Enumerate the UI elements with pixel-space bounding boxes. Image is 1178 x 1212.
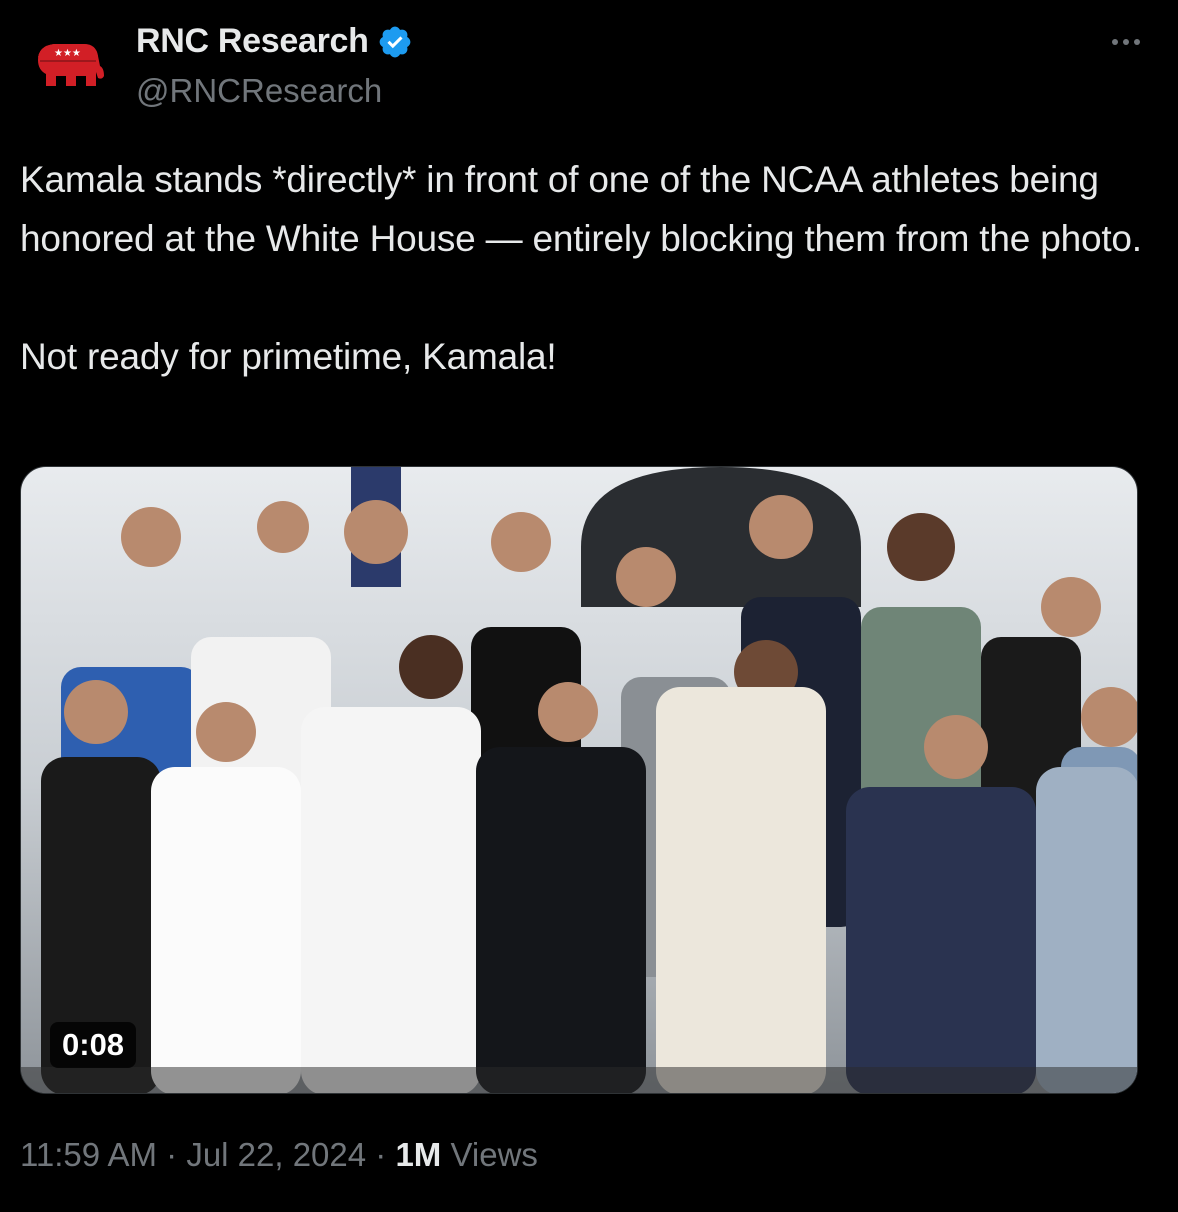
- svg-text:★★★: ★★★: [54, 48, 81, 59]
- video-thumbnail: [21, 467, 1137, 1093]
- more-dot-icon: [1134, 39, 1140, 45]
- tweet-meta: 11:59 AM · Jul 22, 2024 · 1M Views: [20, 1136, 538, 1174]
- more-options-button[interactable]: [1104, 30, 1148, 54]
- views-label: Views: [441, 1136, 538, 1173]
- tweet-time-link[interactable]: 11:59 AM: [20, 1136, 157, 1174]
- avatar[interactable]: ★★★: [20, 20, 116, 116]
- meta-separator: ·: [156, 1136, 187, 1173]
- meta-separator: ·: [366, 1136, 396, 1173]
- handle[interactable]: @RNCResearch: [136, 72, 382, 110]
- video-duration-badge: 0:08: [50, 1022, 137, 1068]
- display-name[interactable]: RNC Research: [136, 22, 369, 61]
- more-dot-icon: [1112, 39, 1118, 45]
- tweet-text: Kamala stands *directly* in front of one…: [20, 159, 1142, 377]
- tweet: ★★★ RNC Research @RNCResearch Kamala sta…: [0, 0, 1178, 1212]
- video-player[interactable]: [20, 466, 1138, 1094]
- more-dot-icon: [1123, 39, 1129, 45]
- name-row: RNC Research: [136, 22, 413, 61]
- gop-elephant-icon: ★★★: [20, 20, 116, 116]
- tweet-date-link[interactable]: Jul 22, 2024: [186, 1136, 366, 1174]
- views-count[interactable]: 1M: [395, 1136, 441, 1174]
- verified-badge-icon: [379, 26, 410, 57]
